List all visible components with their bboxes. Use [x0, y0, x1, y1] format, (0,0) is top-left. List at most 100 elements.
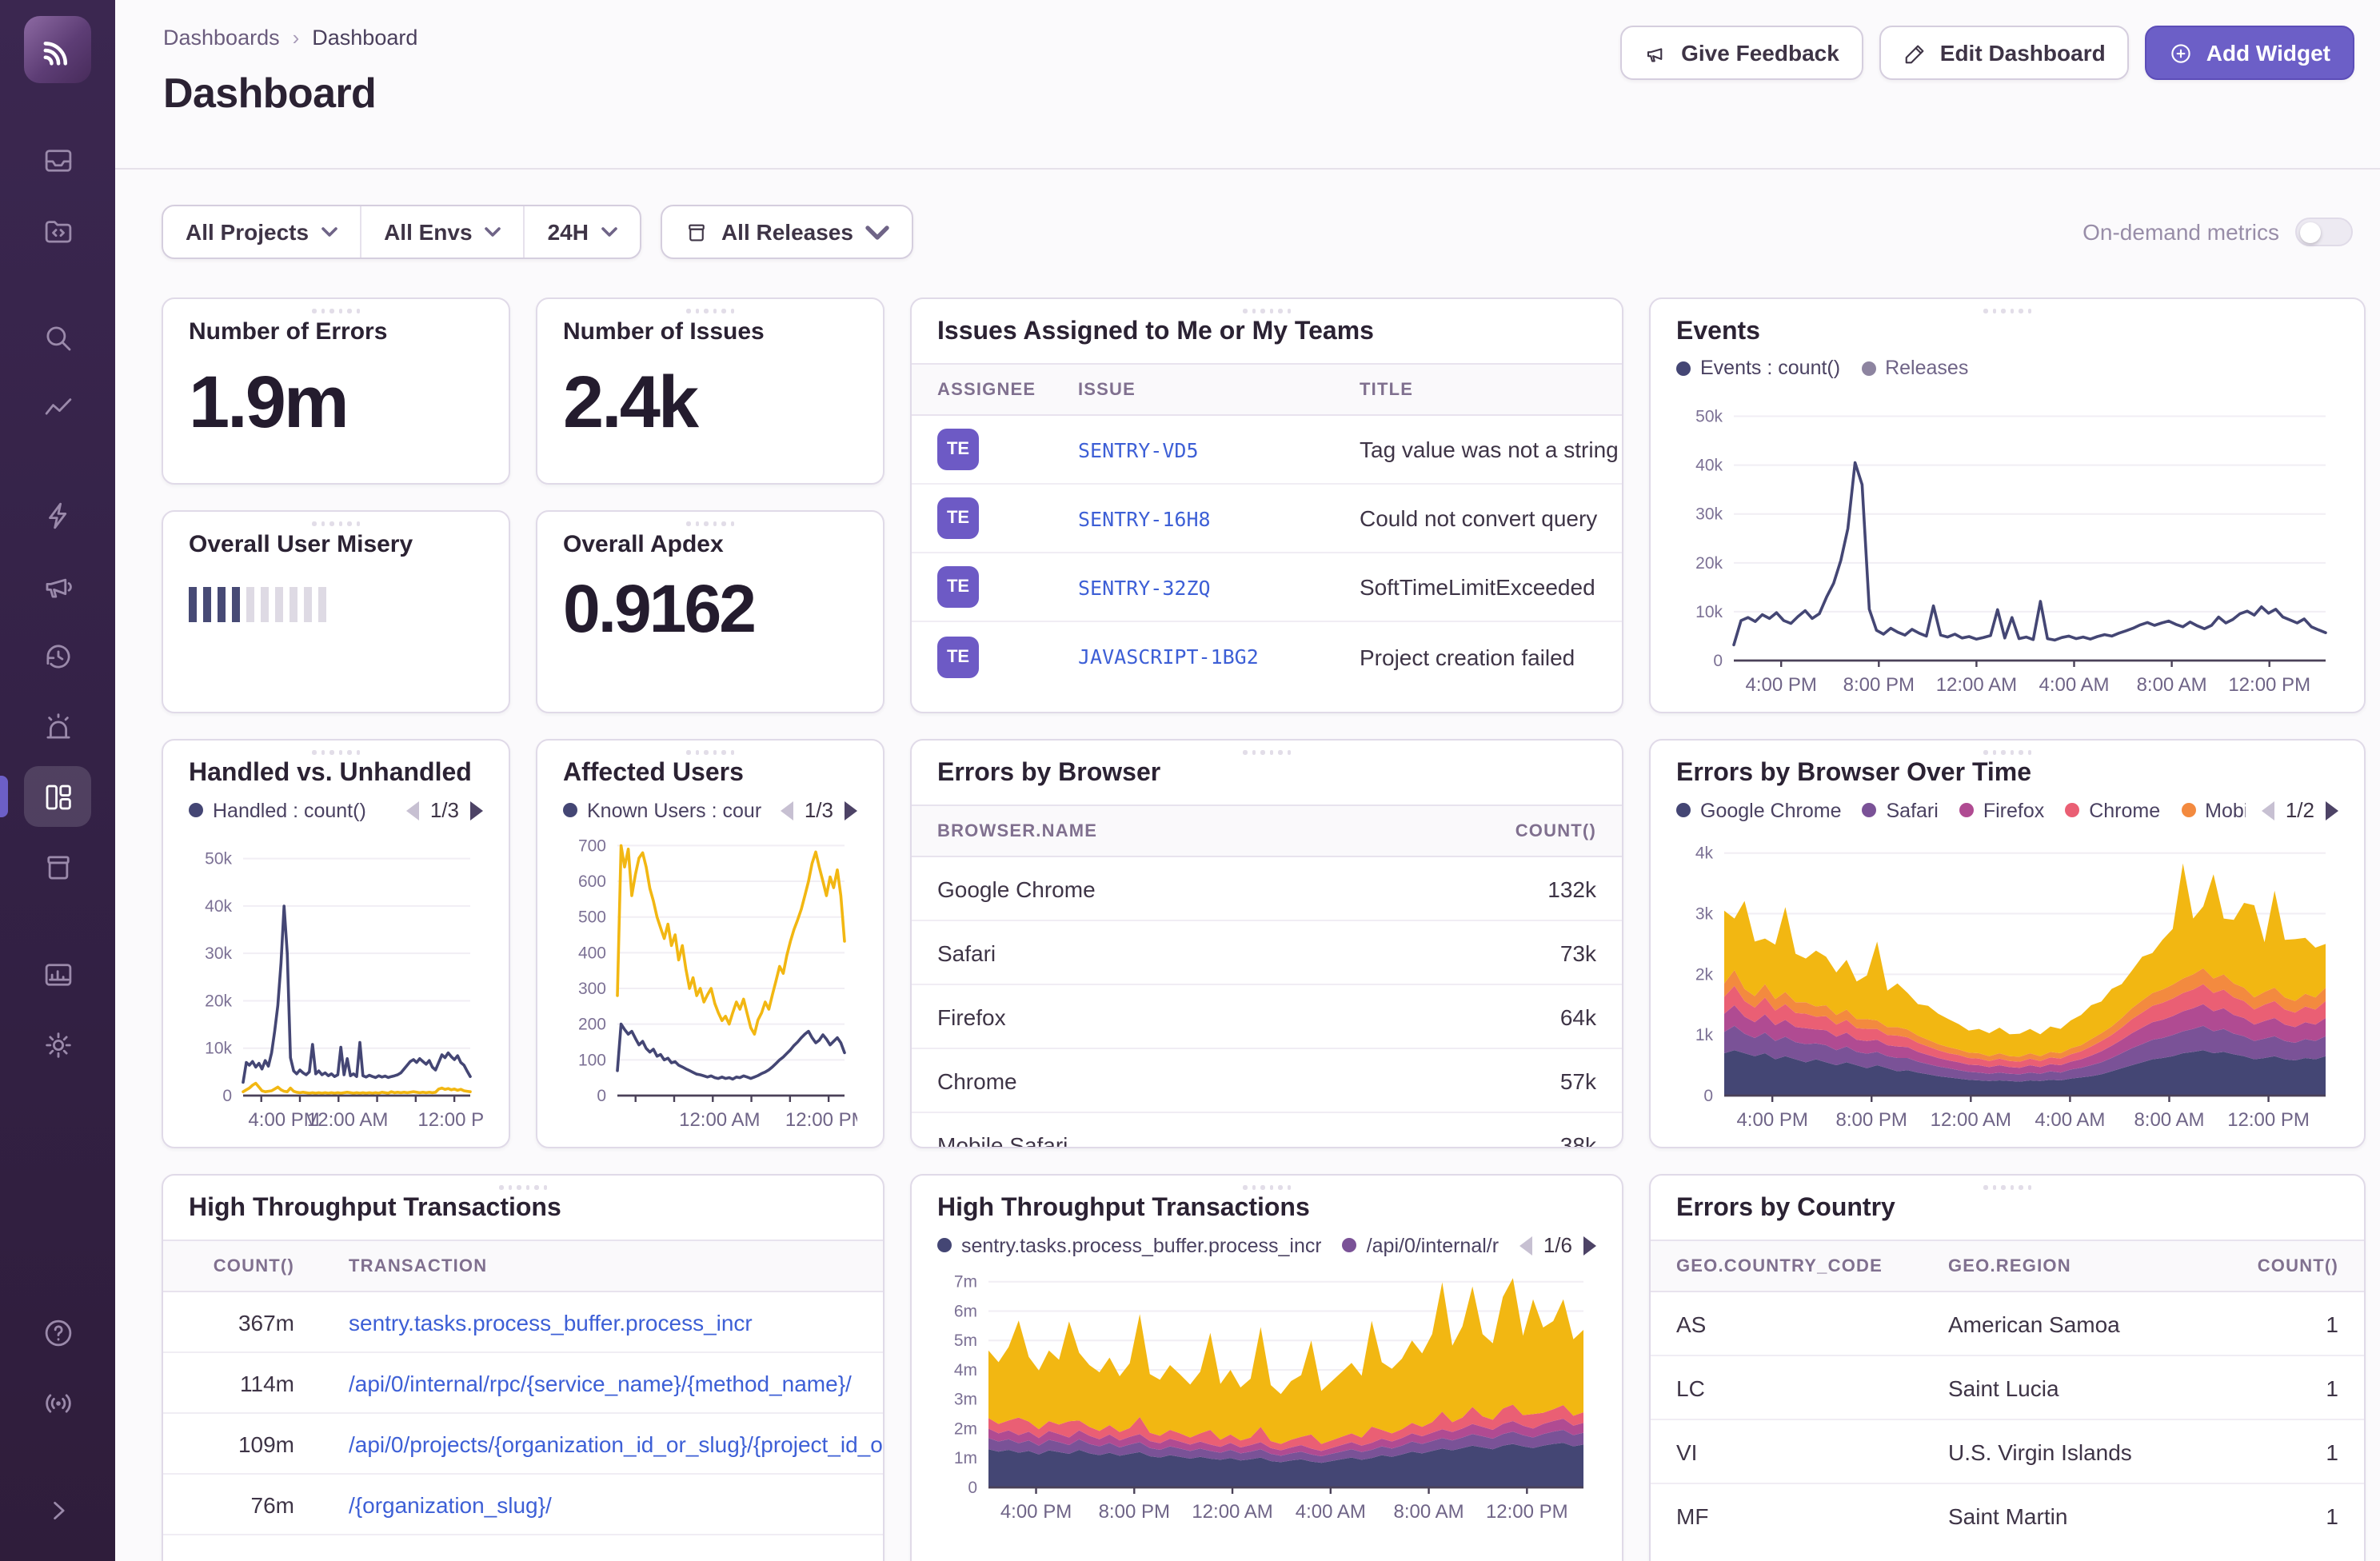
drag-handle [312, 309, 360, 313]
sentry-logo[interactable] [24, 16, 91, 83]
legend-dot [1863, 803, 1877, 817]
sidebar-item-performance[interactable] [24, 377, 91, 438]
pager-prev-button[interactable] [2262, 800, 2274, 820]
assignee-avatar[interactable]: TE [937, 566, 979, 608]
transaction-link[interactable]: /api/0/internal/rpc/{service_name}/{meth… [349, 1370, 883, 1395]
add-widget-button[interactable]: Add Widget [2146, 26, 2354, 80]
drag-handle [686, 309, 734, 313]
column-issue[interactable]: ISSUE [1052, 380, 1334, 399]
widget-errors-by-browser-over-time: Errors by Browser Over Time Google Chrom… [1649, 739, 2366, 1148]
pager-prev-button[interactable] [1519, 1236, 1532, 1255]
column-transaction[interactable]: TRANSACTION [317, 1256, 883, 1276]
legend-item-releases[interactable]: Releases [1861, 357, 1968, 379]
issue-title: Could not convert query [1334, 505, 1622, 531]
legend-item-api-internal[interactable]: /api/0/internal/r [1343, 1234, 1499, 1256]
issue-link[interactable]: JAVASCRIPT-1BG2 [1078, 645, 1334, 669]
column-count[interactable]: COUNT() [1462, 821, 1622, 840]
column-country-code[interactable]: GEO.COUNTRY_CODE [1651, 1256, 1923, 1276]
svg-text:4:00 PM: 4:00 PM [1746, 674, 1817, 696]
affected-users-chart[interactable]: 010020030040050060070012:00 AM12:00 PM [563, 822, 857, 1137]
sidebar-item-help[interactable] [24, 1302, 91, 1363]
issue-link[interactable]: SENTRY-32ZQ [1078, 575, 1334, 599]
widget-title: Errors by Country [1676, 1195, 2338, 1224]
issue-link[interactable]: SENTRY-VD5 [1078, 437, 1334, 461]
edit-dashboard-button[interactable]: Edit Dashboard [1879, 26, 2130, 80]
drag-handle [1983, 1185, 2031, 1189]
sidebar-item-projects[interactable] [24, 200, 91, 261]
assignee-avatar[interactable]: TE [937, 636, 979, 677]
sidebar-item-settings[interactable] [24, 1014, 91, 1075]
sidebar-collapse-toggle[interactable] [24, 1479, 91, 1540]
column-assignee[interactable]: ASSIGNEE [912, 380, 1052, 399]
on-demand-metrics-toggle[interactable] [2295, 218, 2353, 246]
date-range-filter[interactable]: 24H [525, 206, 640, 258]
column-region[interactable]: GEO.REGION [1923, 1256, 2236, 1276]
project-filter[interactable]: All Projects [163, 206, 361, 258]
high-throughput-transactions-chart[interactable]: 01m2m3m4m5m6m7m4:00 PM8:00 PM12:00 AM4:0… [937, 1257, 1596, 1529]
svg-text:4m: 4m [954, 1361, 977, 1379]
legend-item-safari[interactable]: Safari [1863, 799, 1939, 821]
sidebar-item-replays[interactable] [24, 625, 91, 686]
releases-filter[interactable]: All Releases [661, 205, 914, 259]
legend-item-mobile-safari[interactable]: Mobile S [2181, 799, 2246, 821]
widget-title: Errors by Browser Over Time [1676, 760, 2338, 788]
pager-label: 1/3 [430, 798, 459, 822]
transaction-link[interactable]: /api/0/projects/{organization_id_or_slug… [349, 1431, 883, 1456]
table-row: Chrome 57k [912, 1049, 1622, 1113]
assignee-avatar[interactable]: TE [937, 429, 979, 470]
sidebar-item-quick-start[interactable] [24, 485, 91, 545]
legend-item-handled[interactable]: Handled : count() [189, 799, 366, 821]
give-feedback-button[interactable]: Give Feedback [1620, 26, 1863, 80]
sidebar-item-alerts[interactable] [24, 696, 91, 757]
country-code: LC [1651, 1375, 1923, 1400]
breadcrumb-dashboards[interactable]: Dashboards [163, 26, 280, 50]
broadcast-icon [41, 1386, 74, 1419]
transaction-link[interactable]: sentry.tasks.process_buffer.process_incr [349, 1309, 883, 1335]
column-browser-name[interactable]: BROWSER.NAME [912, 821, 1462, 840]
svg-text:0: 0 [1713, 652, 1723, 670]
legend-item-known-users[interactable]: Known Users : cour [563, 799, 761, 821]
browser-count: 132k [1462, 876, 1622, 901]
browser-name: Chrome [912, 1068, 1462, 1093]
pager-prev-button[interactable] [406, 800, 419, 820]
pager-next-button[interactable] [845, 800, 857, 820]
svg-text:4k: 4k [1695, 844, 1714, 863]
pencil-icon [1903, 41, 1927, 65]
svg-text:4:00 PM: 4:00 PM [1000, 1501, 1072, 1523]
legend-item-google-chrome[interactable]: Google Chrome [1676, 799, 1842, 821]
issue-link[interactable]: SENTRY-16H8 [1078, 506, 1334, 530]
pager-next-button[interactable] [1583, 1236, 1596, 1255]
assignee-avatar[interactable]: TE [937, 497, 979, 539]
sidebar-item-stats[interactable] [24, 944, 91, 1004]
transaction-link[interactable]: /{organization_slug}/ [349, 1491, 883, 1517]
sidebar-item-explore[interactable] [24, 307, 91, 368]
sidebar-item-releases[interactable] [24, 836, 91, 897]
svg-text:12:00 PM: 12:00 PM [417, 1109, 483, 1131]
column-count[interactable]: COUNT() [2236, 1256, 2364, 1276]
errors-by-browser-over-time-chart[interactable]: 01k2k3k4k4:00 PM8:00 PM12:00 AM4:00 AM8:… [1676, 822, 2338, 1137]
sidebar-item-service-status[interactable] [24, 1372, 91, 1433]
legend-item-firefox[interactable]: Firefox [1959, 799, 2044, 821]
pager-next-button[interactable] [470, 800, 483, 820]
column-count[interactable]: COUNT() [163, 1256, 317, 1276]
pager-prev-button[interactable] [781, 800, 793, 820]
country-count: 1 [2236, 1311, 2364, 1336]
sidebar-item-dashboards[interactable] [24, 766, 91, 827]
column-title[interactable]: TITLE [1334, 380, 1622, 399]
history-clock-icon [41, 639, 74, 673]
sidebar-item-issues[interactable] [24, 130, 91, 190]
legend-item-chrome[interactable]: Chrome [2065, 799, 2160, 821]
environment-filter[interactable]: All Envs [361, 206, 525, 258]
legend-item-process-incr[interactable]: sentry.tasks.process_buffer.process_incr [937, 1234, 1322, 1256]
pager-next-button[interactable] [2326, 800, 2338, 820]
svg-text:30k: 30k [205, 944, 232, 963]
svg-text:8:00 AM: 8:00 AM [2137, 674, 2207, 696]
svg-text:12:00 PM: 12:00 PM [1486, 1501, 1568, 1523]
sidebar-item-feedback[interactable] [24, 555, 91, 616]
legend-item-events[interactable]: Events : count() [1676, 357, 1840, 379]
browser-name: Mobile Safari [912, 1132, 1462, 1148]
transaction-count: 76m [163, 1491, 317, 1517]
events-chart[interactable]: 010k20k30k40k50k4:00 PM8:00 PM12:00 AM4:… [1676, 379, 2338, 702]
handled-vs-unhandled-chart[interactable]: 010k20k30k40k50k4:00 PM12:00 AM12:00 PM [189, 822, 483, 1137]
chevron-down-icon [866, 220, 890, 244]
